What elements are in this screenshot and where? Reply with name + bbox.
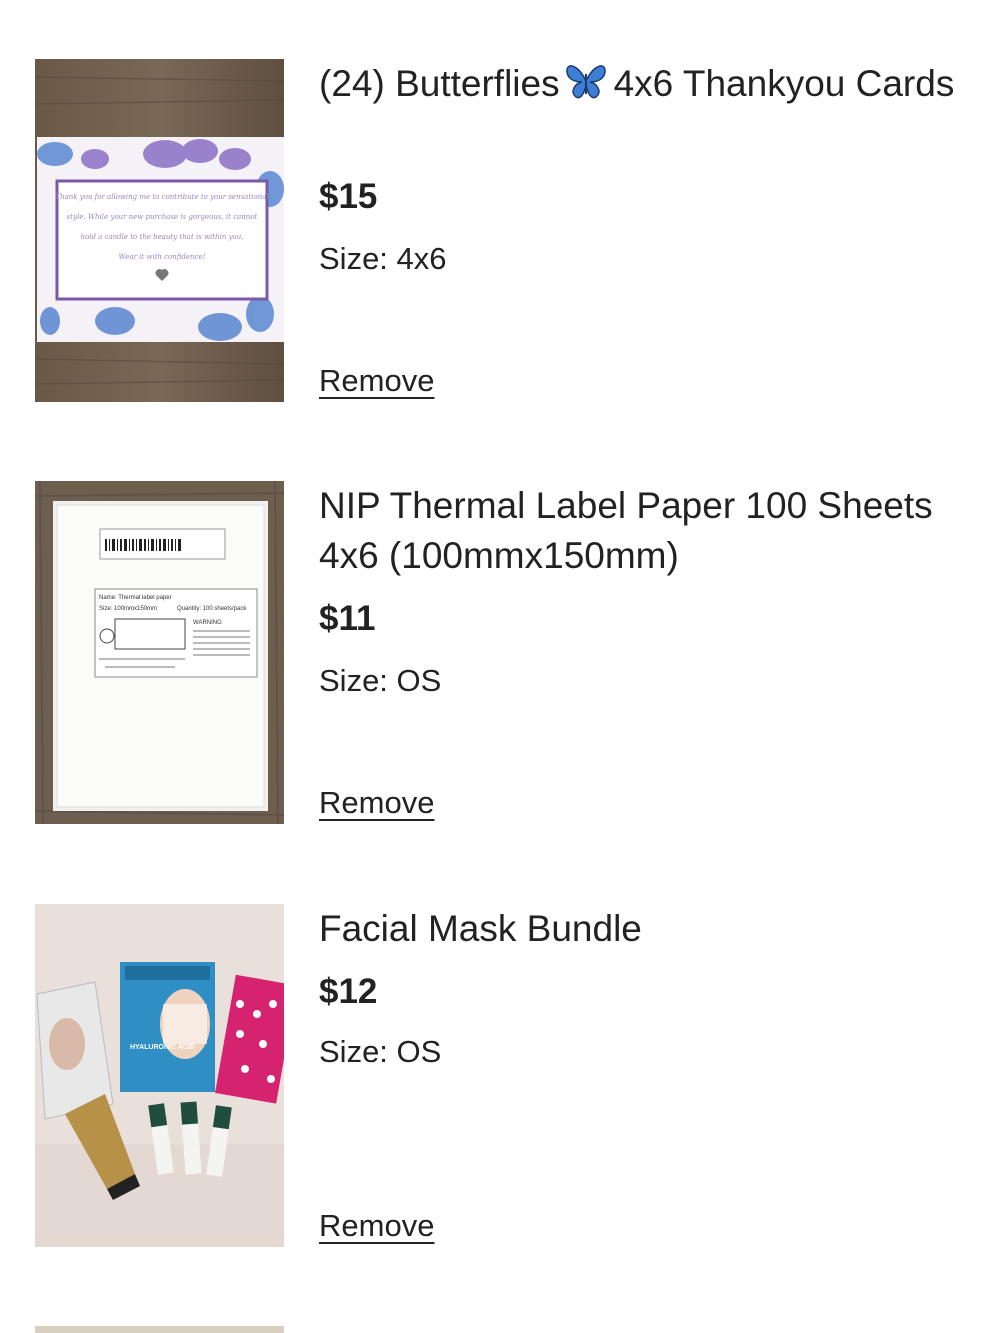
product-image-thermal-paper[interactable]: Name: Thermal label paper Size: 100mmx15… xyxy=(35,481,284,824)
remove-button[interactable]: Remove xyxy=(319,1206,434,1246)
cart-item: Name: Thermal label paper Size: 100mmx15… xyxy=(0,481,1000,825)
svg-text:hold a candle to the beauty th: hold a candle to the beauty that is with… xyxy=(80,233,243,241)
product-title[interactable]: Facial Mask Bundle xyxy=(319,904,969,954)
product-title[interactable]: (24) Butterflies 4x6 Thankyou Cards xyxy=(319,59,969,109)
product-image-thankyou-cards[interactable]: Thank you for allowing me to contribute … xyxy=(35,59,284,402)
product-price: $12 xyxy=(319,972,378,1011)
label-qty-text: Quantity: 100 sheets/pack xyxy=(177,606,247,612)
remove-button[interactable]: Remove xyxy=(319,783,434,823)
product-photo: Thank you for allowing me to contribute … xyxy=(35,59,284,402)
product-price: $15 xyxy=(319,177,378,216)
butterfly-icon xyxy=(564,62,608,100)
label-size-text: Size: 100mmx150mm xyxy=(99,606,157,612)
svg-text:style. While your new purchase: style. While your new purchase is gorgeo… xyxy=(67,213,258,221)
product-title[interactable]: NIP Thermal Label Paper 100 Sheets 4x6 (… xyxy=(319,481,969,581)
title-text-end: 4x6 Thankyou Cards xyxy=(613,63,955,104)
product-image-next[interactable] xyxy=(35,1326,284,1333)
product-size: Size: 4x6 xyxy=(319,241,447,276)
svg-text:Thank you for allowing me to c: Thank you for allowing me to contribute … xyxy=(55,193,268,201)
product-size: Size: OS xyxy=(319,1034,442,1069)
cart-item: Thank you for allowing me to contribute … xyxy=(0,59,1000,403)
product-photo: Name: Thermal label paper Size: 100mmx15… xyxy=(35,481,284,824)
product-price: $11 xyxy=(319,599,376,638)
product-image-facial-masks[interactable]: HYALURONIC ACID xyxy=(35,904,284,1247)
mask-pack-text: HYALURONIC ACID xyxy=(130,1044,195,1051)
label-warning-text: WARNING xyxy=(193,620,222,626)
cart-item: HYALURONIC ACID Facial Mask Bundle $12 S… xyxy=(0,904,1000,1248)
product-size: Size: OS xyxy=(319,663,442,698)
label-name-text: Name: Thermal label paper xyxy=(99,595,172,601)
remove-button[interactable]: Remove xyxy=(319,361,434,401)
svg-text:Wear it with confidence!: Wear it with confidence! xyxy=(119,253,206,261)
title-text: (24) Butterflies xyxy=(319,63,560,104)
product-photo: HYALURONIC ACID xyxy=(35,904,284,1247)
